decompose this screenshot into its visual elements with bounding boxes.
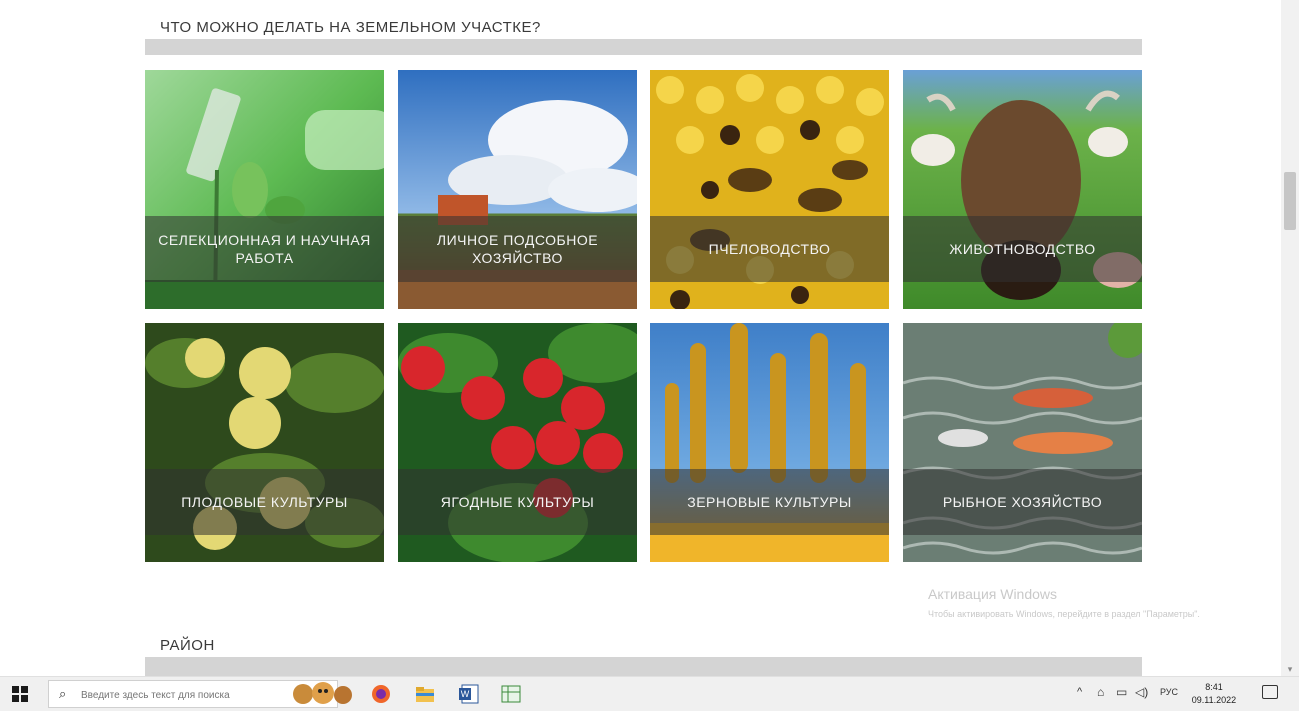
network-icon[interactable]: ⌂ <box>1097 685 1104 699</box>
taskbar-search-input[interactable] <box>79 685 283 705</box>
tile-caption-band: ЖИВОТНОВОДСТВО <box>903 216 1142 282</box>
tile-beekeeping[interactable]: ПЧЕЛОВОДСТВО <box>650 70 889 309</box>
notification-center-icon[interactable] <box>1262 685 1278 699</box>
tile-label: ПЧЕЛОВОДСТВО <box>708 241 831 257</box>
scroll-down-arrow-icon[interactable]: ▾ <box>1284 664 1296 674</box>
taskbar-clock[interactable]: 8:41 09.11.2022 <box>1190 681 1238 707</box>
spreadsheet-icon[interactable] <box>500 683 522 705</box>
tile-fish-farming[interactable]: РЫБНОЕ ХОЗЯЙСТВО <box>903 323 1142 562</box>
svg-text:W: W <box>461 689 470 699</box>
tile-label: ЗЕРНОВЫЕ КУЛЬТУРЫ <box>687 494 852 510</box>
tile-caption-band: ПЧЕЛОВОДСТВО <box>650 216 889 282</box>
tile-fruit-crops[interactable]: ПЛОДОВЫЕ КУЛЬТУРЫ <box>145 323 384 562</box>
section-divider-bar <box>145 39 1142 55</box>
clock-time: 8:41 <box>1205 682 1223 692</box>
tile-label: РЫБНОЕ ХОЗЯЙСТВО <box>942 494 1103 510</box>
tile-personal-farm[interactable]: ЛИЧНОЕ ПОДСОБНОЕ ХОЗЯЙСТВО <box>398 70 637 309</box>
tile-label: ЯГОДНЫЕ КУЛЬТУРЫ <box>440 494 595 510</box>
tile-caption-band: СЕЛЕКЦИОННАЯ И НАУЧНАЯ РАБОТА <box>145 216 384 282</box>
word-icon[interactable]: W <box>458 683 480 705</box>
tile-caption-band: ЯГОДНЫЕ КУЛЬТУРЫ <box>398 469 637 535</box>
language-indicator[interactable]: РУС <box>1160 687 1178 697</box>
tile-label: ЛИЧНОЕ ПОДСОБНОЕ ХОЗЯЙСТВО <box>436 232 599 266</box>
tile-label: СЕЛЕКЦИОННАЯ И НАУЧНАЯ РАБОТА <box>158 232 371 266</box>
tile-grain-crops[interactable]: ЗЕРНОВЫЕ КУЛЬТУРЫ <box>650 323 889 562</box>
section-title-what-to-do: ЧТО МОЖНО ДЕЛАТЬ НА ЗЕМЕЛЬНОМ УЧАСТКЕ? <box>160 19 541 36</box>
search-icon: ⌕ <box>59 686 67 701</box>
file-explorer-icon[interactable] <box>414 683 436 705</box>
tile-livestock[interactable]: ЖИВОТНОВОДСТВО <box>903 70 1142 309</box>
tile-caption-band: ЗЕРНОВЫЕ КУЛЬТУРЫ <box>650 469 889 535</box>
tile-caption-band: ЛИЧНОЕ ПОДСОБНОЕ ХОЗЯЙСТВО <box>398 216 637 282</box>
tile-selection-research[interactable]: СЕЛЕКЦИОННАЯ И НАУЧНАЯ РАБОТА <box>145 70 384 309</box>
section-divider-bar-district <box>145 657 1142 676</box>
web-page: ЧТО МОЖНО ДЕЛАТЬ НА ЗЕМЕЛЬНОМ УЧАСТКЕ? С… <box>0 0 1281 676</box>
section-title-district: РАЙОН <box>160 637 215 654</box>
tile-label: ПЛОДОВЫЕ КУЛЬТУРЫ <box>181 494 348 510</box>
tile-caption-band: ПЛОДОВЫЕ КУЛЬТУРЫ <box>145 469 384 535</box>
volume-icon[interactable]: ◁) <box>1135 685 1148 699</box>
tile-berry-crops[interactable]: ЯГОДНЫЕ КУЛЬТУРЫ <box>398 323 637 562</box>
activation-text: Чтобы активировать Windows, перейдите в … <box>928 609 1200 619</box>
vertical-scrollbar[interactable] <box>1281 0 1299 676</box>
windows-taskbar: ⌕ W ^ ⌂ ▭ ◁) РУС 8:41 09.11.2022 <box>0 676 1299 711</box>
device-icon[interactable]: ▭ <box>1116 685 1127 699</box>
tile-label: ЖИВОТНОВОДСТВО <box>949 241 1096 257</box>
tray-chevron-up-icon[interactable]: ^ <box>1077 686 1082 698</box>
tile-caption-band: РЫБНОЕ ХОЗЯЙСТВО <box>903 469 1142 535</box>
activation-title: Активация Windows <box>928 586 1058 602</box>
clock-date: 09.11.2022 <box>1191 695 1237 705</box>
firefox-icon[interactable] <box>370 683 392 705</box>
windows-activation-watermark: Активация Windows Чтобы активировать Win… <box>928 586 1258 621</box>
search-highlight-illustration-icon <box>293 682 352 704</box>
windows-start-icon[interactable] <box>12 686 28 702</box>
scrollbar-thumb[interactable] <box>1284 172 1296 230</box>
